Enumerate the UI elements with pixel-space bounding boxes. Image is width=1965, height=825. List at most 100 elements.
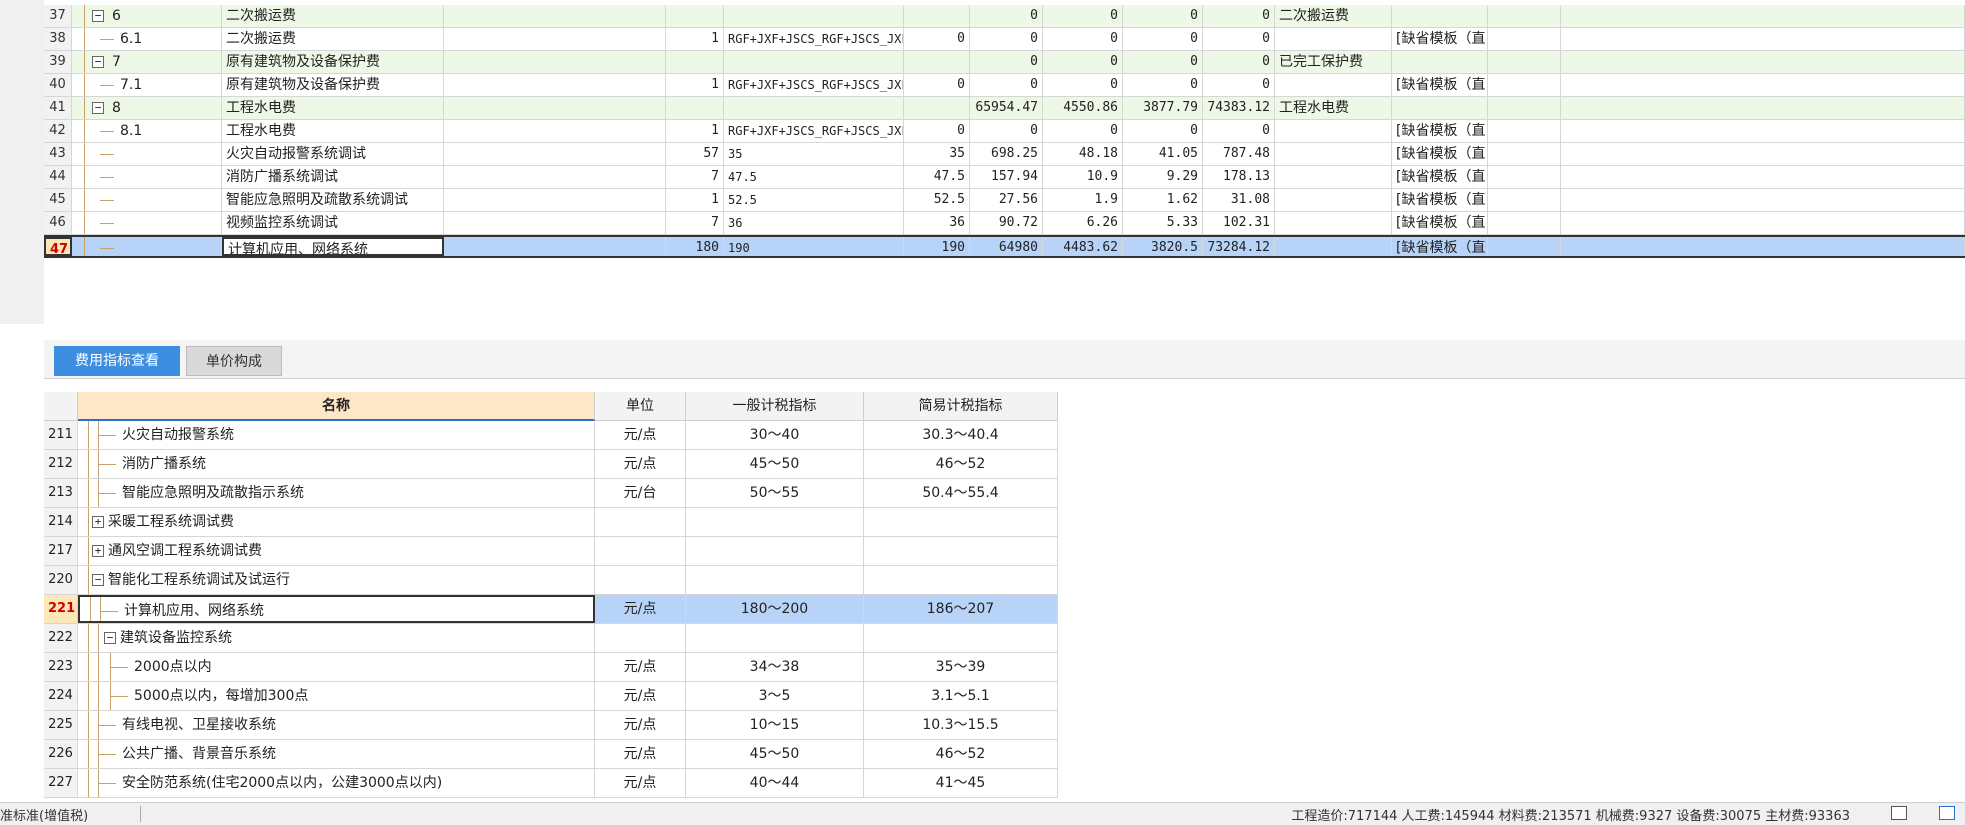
index-item-name[interactable]: + 通风空调工程系统调试费: [78, 537, 595, 565]
item-template[interactable]: [缺省模板（直…: [1392, 189, 1488, 211]
item-category[interactable]: [1275, 237, 1392, 256]
index-item-simple-tax[interactable]: 186～207: [864, 595, 1058, 623]
item-template[interactable]: [缺省模板（直…: [1392, 28, 1488, 50]
row-number[interactable]: 43: [44, 143, 72, 165]
index-item-unit[interactable]: 元/点: [595, 450, 686, 478]
item-amount-1[interactable]: 157.94: [970, 166, 1043, 188]
item-amount-3[interactable]: 1.62: [1123, 189, 1203, 211]
item-rate[interactable]: 35: [904, 143, 970, 165]
item-extra-1[interactable]: [1488, 74, 1561, 96]
item-amount-2[interactable]: 0: [1043, 28, 1123, 50]
item-spec[interactable]: [444, 120, 666, 142]
item-name[interactable]: 工程水电费: [222, 120, 444, 142]
item-category[interactable]: [1275, 212, 1392, 234]
fee-item-row[interactable]: 40 7.1 原有建筑物及设备保护费 1 RGF+JXF+JSCS_RGF+JSCS_J…: [44, 74, 1965, 97]
item-amount-2[interactable]: 10.9: [1043, 166, 1123, 188]
tab-unit-price-composition[interactable]: 单价构成: [186, 346, 282, 376]
item-amount-total[interactable]: 0: [1203, 28, 1275, 50]
index-item-name[interactable]: 有线电视、卫星接收系统: [78, 711, 595, 739]
item-extra-2[interactable]: [1561, 97, 1965, 119]
item-code[interactable]: [72, 212, 222, 234]
fee-index-row[interactable]: 222− 建筑设备监控系统: [44, 624, 1058, 653]
item-code[interactable]: 7.1: [72, 74, 222, 96]
index-item-name[interactable]: 智能应急照明及疏散指示系统: [78, 479, 595, 507]
item-amount-total[interactable]: 31.08: [1203, 189, 1275, 211]
item-category[interactable]: [1275, 74, 1392, 96]
item-amount-2[interactable]: 48.18: [1043, 143, 1123, 165]
item-rate[interactable]: [904, 5, 970, 27]
item-name[interactable]: 二次搬运费: [222, 5, 444, 27]
index-item-name[interactable]: 2000点以内: [78, 653, 595, 681]
fee-item-row[interactable]: 44 消防广播系统调试 7 47.5 47.5 157.94 10.9 9.29 178.13[…: [44, 166, 1965, 189]
item-quantity[interactable]: 7: [666, 212, 724, 234]
index-item-unit[interactable]: [595, 508, 686, 536]
item-spec[interactable]: [444, 212, 666, 234]
index-item-general-tax[interactable]: 50～55: [686, 479, 864, 507]
item-amount-total[interactable]: 0: [1203, 120, 1275, 142]
row-number[interactable]: 44: [44, 166, 72, 188]
item-extra-1[interactable]: [1488, 5, 1561, 27]
item-spec[interactable]: [444, 97, 666, 119]
index-item-simple-tax[interactable]: 41～45: [864, 769, 1058, 797]
item-rate[interactable]: 0: [904, 74, 970, 96]
index-item-simple-tax[interactable]: [864, 537, 1058, 565]
item-template[interactable]: [缺省模板（直…: [1392, 74, 1488, 96]
index-item-general-tax[interactable]: [686, 537, 864, 565]
item-code[interactable]: 8−: [72, 97, 222, 119]
item-name[interactable]: 视频监控系统调试: [222, 212, 444, 234]
index-item-simple-tax[interactable]: [864, 566, 1058, 594]
panel-toggle-icon[interactable]: [1939, 806, 1955, 820]
row-number[interactable]: 46: [44, 212, 72, 234]
fee-index-row[interactable]: 213 智能应急照明及疏散指示系统 元/台 50～55 50.4～55.4: [44, 479, 1058, 508]
item-extra-2[interactable]: [1561, 166, 1965, 188]
index-item-simple-tax[interactable]: 46～52: [864, 740, 1058, 768]
item-extra-1[interactable]: [1488, 237, 1561, 256]
index-item-general-tax[interactable]: [686, 508, 864, 536]
item-rate[interactable]: 36: [904, 212, 970, 234]
item-spec[interactable]: [444, 143, 666, 165]
item-amount-2[interactable]: 0: [1043, 5, 1123, 27]
index-item-unit[interactable]: [595, 624, 686, 652]
item-extra-2[interactable]: [1561, 5, 1965, 27]
item-code[interactable]: 8.1: [72, 120, 222, 142]
item-spec[interactable]: [444, 5, 666, 27]
item-extra-2[interactable]: [1561, 28, 1965, 50]
item-code[interactable]: 6−: [72, 5, 222, 27]
index-item-unit[interactable]: 元/点: [595, 769, 686, 797]
item-amount-2[interactable]: 4550.86: [1043, 97, 1123, 119]
index-item-name[interactable]: 计算机应用、网络系统: [78, 595, 595, 623]
item-name[interactable]: 计算机应用、网络系统: [222, 237, 444, 256]
item-amount-2[interactable]: 6.26: [1043, 212, 1123, 234]
collapse-toggle-icon[interactable]: −: [104, 632, 116, 644]
item-formula[interactable]: 36: [724, 212, 904, 234]
item-extra-1[interactable]: [1488, 28, 1561, 50]
index-item-simple-tax[interactable]: [864, 624, 1058, 652]
item-code[interactable]: [72, 237, 222, 256]
item-rate[interactable]: 0: [904, 28, 970, 50]
item-template[interactable]: [1392, 51, 1488, 73]
item-amount-3[interactable]: 0: [1123, 28, 1203, 50]
item-amount-total[interactable]: 0: [1203, 51, 1275, 73]
item-amount-1[interactable]: 65954.47: [970, 97, 1043, 119]
row-number[interactable]: 41: [44, 97, 72, 119]
item-quantity[interactable]: [666, 97, 724, 119]
index-header-name[interactable]: 名称: [78, 392, 595, 421]
item-extra-2[interactable]: [1561, 143, 1965, 165]
index-item-general-tax[interactable]: [686, 566, 864, 594]
item-code[interactable]: [72, 189, 222, 211]
index-item-unit[interactable]: 元/点: [595, 595, 686, 623]
index-item-unit[interactable]: [595, 566, 686, 594]
index-item-simple-tax[interactable]: 50.4～55.4: [864, 479, 1058, 507]
item-category[interactable]: [1275, 28, 1392, 50]
item-amount-3[interactable]: 0: [1123, 120, 1203, 142]
item-amount-total[interactable]: 74383.12: [1203, 97, 1275, 119]
item-spec[interactable]: [444, 28, 666, 50]
item-code[interactable]: 7−: [72, 51, 222, 73]
layout-toggle-icon[interactable]: [1891, 806, 1907, 820]
index-item-unit[interactable]: 元/点: [595, 421, 686, 449]
item-spec[interactable]: [444, 189, 666, 211]
item-code[interactable]: 6.1: [72, 28, 222, 50]
item-rate[interactable]: [904, 51, 970, 73]
fee-item-row[interactable]: 45 智能应急照明及疏散系统调试 1 52.5 52.5 27.56 1.9 1.62 31.0…: [44, 189, 1965, 212]
item-category[interactable]: [1275, 120, 1392, 142]
